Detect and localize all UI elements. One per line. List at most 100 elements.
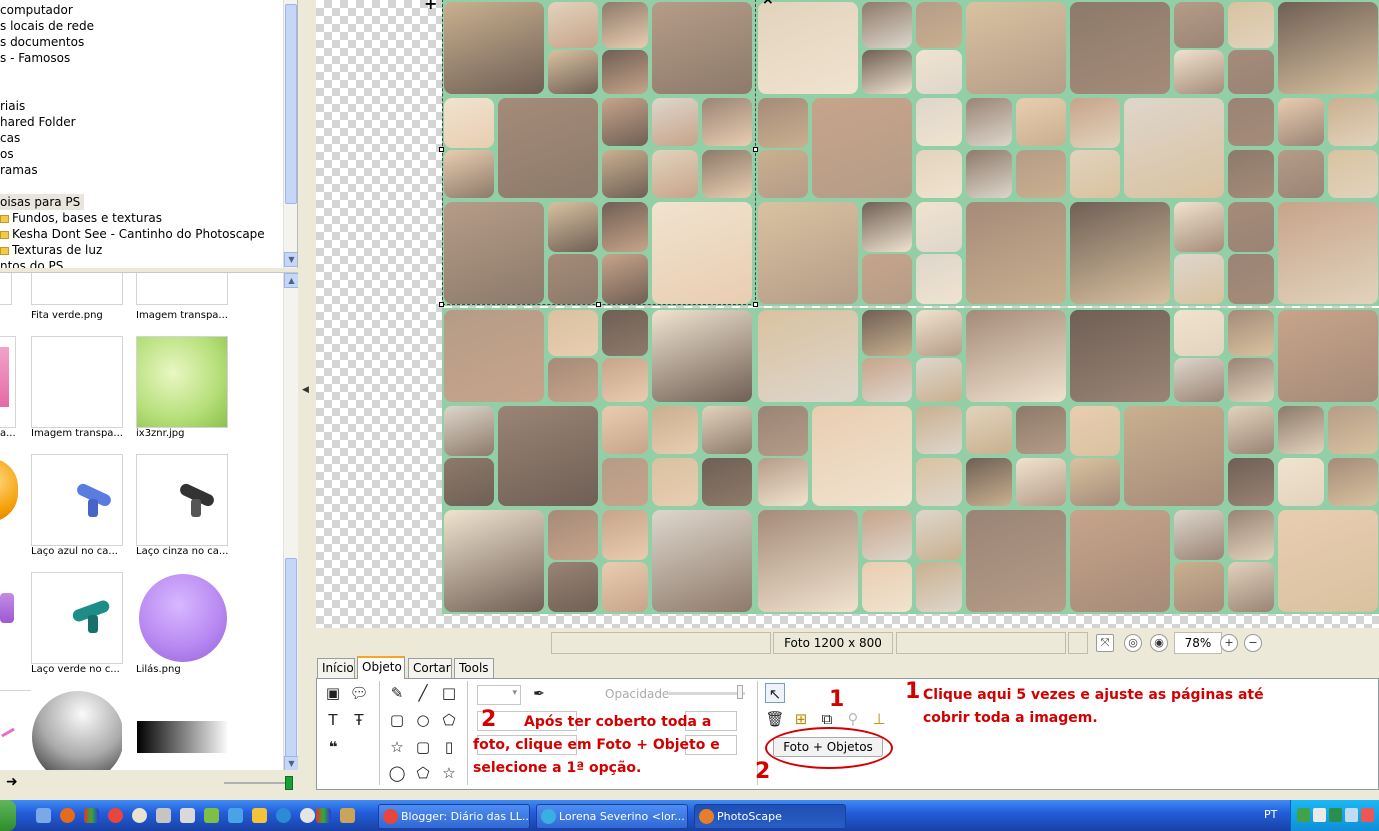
- app-icon[interactable]: [252, 808, 267, 823]
- tree-item-partial[interactable]: ntos do PS: [0, 258, 63, 268]
- network-icon[interactable]: [1345, 808, 1358, 822]
- thumbnail-laco-azul[interactable]: [31, 454, 123, 546]
- tree-item-texturas[interactable]: Texturas de luz: [0, 242, 102, 258]
- tree-item-shared-folder[interactable]: hared Folder: [0, 114, 76, 130]
- ellipse-icon[interactable]: ◯: [387, 763, 407, 783]
- taskbar-item-blogger[interactable]: Blogger: Diário das LL...: [378, 804, 530, 829]
- thumbnail-imagem-transparente[interactable]: [136, 273, 228, 305]
- pentagon-outline-icon[interactable]: ⬠: [413, 763, 433, 783]
- add-page-icon[interactable]: ⊞: [791, 709, 811, 729]
- copy-object-icon[interactable]: ⧉: [817, 709, 837, 729]
- resize-handle[interactable]: [753, 147, 758, 152]
- thumbs-scrollbar[interactable]: ▲ ▼: [283, 273, 298, 770]
- tray-icon[interactable]: [1297, 808, 1310, 822]
- tree-item-fundos[interactable]: Fundos, bases e texturas: [0, 210, 162, 226]
- thumb-size-slider[interactable]: [224, 782, 290, 784]
- thumbs-scroll-thumb[interactable]: [285, 558, 297, 758]
- thumbnail-browser[interactable]: Fita verde.png Imagem transpa... a... Im…: [0, 272, 298, 770]
- tree-item-os[interactable]: os: [0, 146, 14, 162]
- thumbnail-gray-ball[interactable]: [31, 690, 123, 770]
- msn-icon[interactable]: [204, 808, 219, 823]
- select-arrow-icon[interactable]: ↖: [765, 683, 785, 703]
- chrome-icon[interactable]: [108, 808, 123, 823]
- thumb-size-slider-handle[interactable]: [285, 776, 293, 790]
- tree-item-documentos[interactable]: s documentos: [0, 34, 84, 50]
- scroll-down-icon[interactable]: ▼: [284, 252, 297, 267]
- tree-scrollbar[interactable]: ▼: [283, 0, 297, 268]
- app-icon[interactable]: [228, 808, 243, 823]
- eyedropper-icon[interactable]: ✒: [529, 684, 549, 704]
- collage-page[interactable]: [756, 308, 1070, 614]
- collapse-arrow-icon[interactable]: ◀: [302, 385, 309, 395]
- app-icon[interactable]: [340, 808, 355, 823]
- tree-item-cas[interactable]: cas: [0, 130, 20, 146]
- tree-scroll-thumb[interactable]: [285, 4, 297, 204]
- thumbnail-lilas[interactable]: [136, 572, 228, 664]
- color-select[interactable]: ▾: [477, 685, 521, 705]
- quote-icon[interactable]: ❝: [323, 737, 343, 757]
- object-icon[interactable]: ⚲: [843, 709, 863, 729]
- tray-icon[interactable]: [1329, 808, 1342, 822]
- show-desktop-icon[interactable]: [36, 808, 51, 823]
- app-icon[interactable]: [180, 808, 195, 823]
- tray-icon[interactable]: [1313, 808, 1326, 822]
- text-frame-icon[interactable]: Ŧ: [349, 710, 369, 730]
- pentagon-icon[interactable]: ⬠: [439, 710, 459, 730]
- tree-item-riais[interactable]: riais: [0, 98, 25, 114]
- align-icon[interactable]: ⊥: [869, 709, 889, 729]
- tree-item-ramas[interactable]: ramas: [0, 162, 38, 178]
- arrow-right-icon[interactable]: ➜: [6, 774, 18, 790]
- app-icon[interactable]: [84, 808, 99, 823]
- collage-page[interactable]: [442, 308, 756, 614]
- zoom-in-icon[interactable]: +: [1220, 634, 1238, 652]
- thumbnail[interactable]: [0, 273, 12, 305]
- star-outline-icon[interactable]: ☆: [439, 763, 459, 783]
- app-icon[interactable]: [316, 808, 331, 823]
- collage-page[interactable]: [756, 0, 1070, 306]
- opacity-slider[interactable]: [669, 692, 745, 695]
- rounded-frame-icon[interactable]: ▯: [439, 737, 459, 757]
- zoom-out-icon[interactable]: −: [1244, 634, 1262, 652]
- freehand-icon[interactable]: ✎: [387, 683, 407, 703]
- thumbnail-partial[interactable]: [0, 336, 16, 428]
- line-icon[interactable]: ╱: [413, 683, 433, 703]
- tab-objeto[interactable]: Objeto: [357, 656, 405, 679]
- selection-box[interactable]: [442, 0, 756, 305]
- thumbnail-imagem-transparente-2[interactable]: [31, 336, 123, 428]
- photo-tool-icon[interactable]: ▣: [323, 683, 343, 703]
- scroll-down-icon[interactable]: ▼: [284, 756, 298, 770]
- app-icon[interactable]: [156, 808, 171, 823]
- panel-splitter[interactable]: ◀: [298, 0, 314, 798]
- zoom-level[interactable]: 78%: [1174, 632, 1222, 654]
- taskbar-item-msn[interactable]: Lorena Severino <lor...: [536, 804, 688, 829]
- zoom-actual-icon[interactable]: ◎: [1124, 634, 1142, 652]
- resize-handle[interactable]: [439, 147, 444, 152]
- folder-tree[interactable]: computador s locais de rede s documentos…: [0, 0, 298, 268]
- start-button[interactable]: [0, 800, 16, 831]
- rectangle-icon[interactable]: □: [439, 683, 459, 703]
- tree-item-coisas-para-ps[interactable]: oisas para PS: [0, 194, 85, 210]
- tab-tools[interactable]: Tools: [454, 658, 494, 678]
- delete-object-icon[interactable]: ×: [762, 0, 774, 8]
- circle-icon[interactable]: ○: [413, 710, 433, 730]
- text-tool-icon[interactable]: T: [323, 710, 343, 730]
- trash-icon[interactable]: 🗑︎: [765, 709, 785, 729]
- opacity-slider-handle[interactable]: [737, 685, 743, 699]
- tab-inicio[interactable]: Início: [317, 658, 355, 678]
- collage-page[interactable]: [1068, 0, 1379, 306]
- square-frame-icon[interactable]: ▢: [413, 737, 433, 757]
- tab-cortar[interactable]: Cortar: [408, 658, 452, 678]
- fit-screen-icon[interactable]: ⤧: [1096, 634, 1114, 652]
- tray-icon[interactable]: [1361, 808, 1374, 822]
- tree-item-famosos[interactable]: s - Famosos: [0, 50, 70, 66]
- collage-page[interactable]: [1068, 308, 1379, 614]
- tree-item-kesha[interactable]: Kesha Dont See - Cantinho do Photoscape: [0, 226, 265, 242]
- taskbar-item-photoscape[interactable]: PhotoScape: [694, 804, 846, 829]
- thumbnail-fita-verde[interactable]: [31, 273, 123, 305]
- resize-handle[interactable]: [596, 302, 601, 307]
- resize-handle[interactable]: [753, 302, 758, 307]
- tree-item-computador[interactable]: computador: [0, 2, 73, 18]
- language-indicator[interactable]: PT: [1264, 808, 1277, 821]
- thumbnail-laco-cinza[interactable]: [136, 454, 228, 546]
- speech-balloon-icon[interactable]: 💬︎: [349, 683, 369, 703]
